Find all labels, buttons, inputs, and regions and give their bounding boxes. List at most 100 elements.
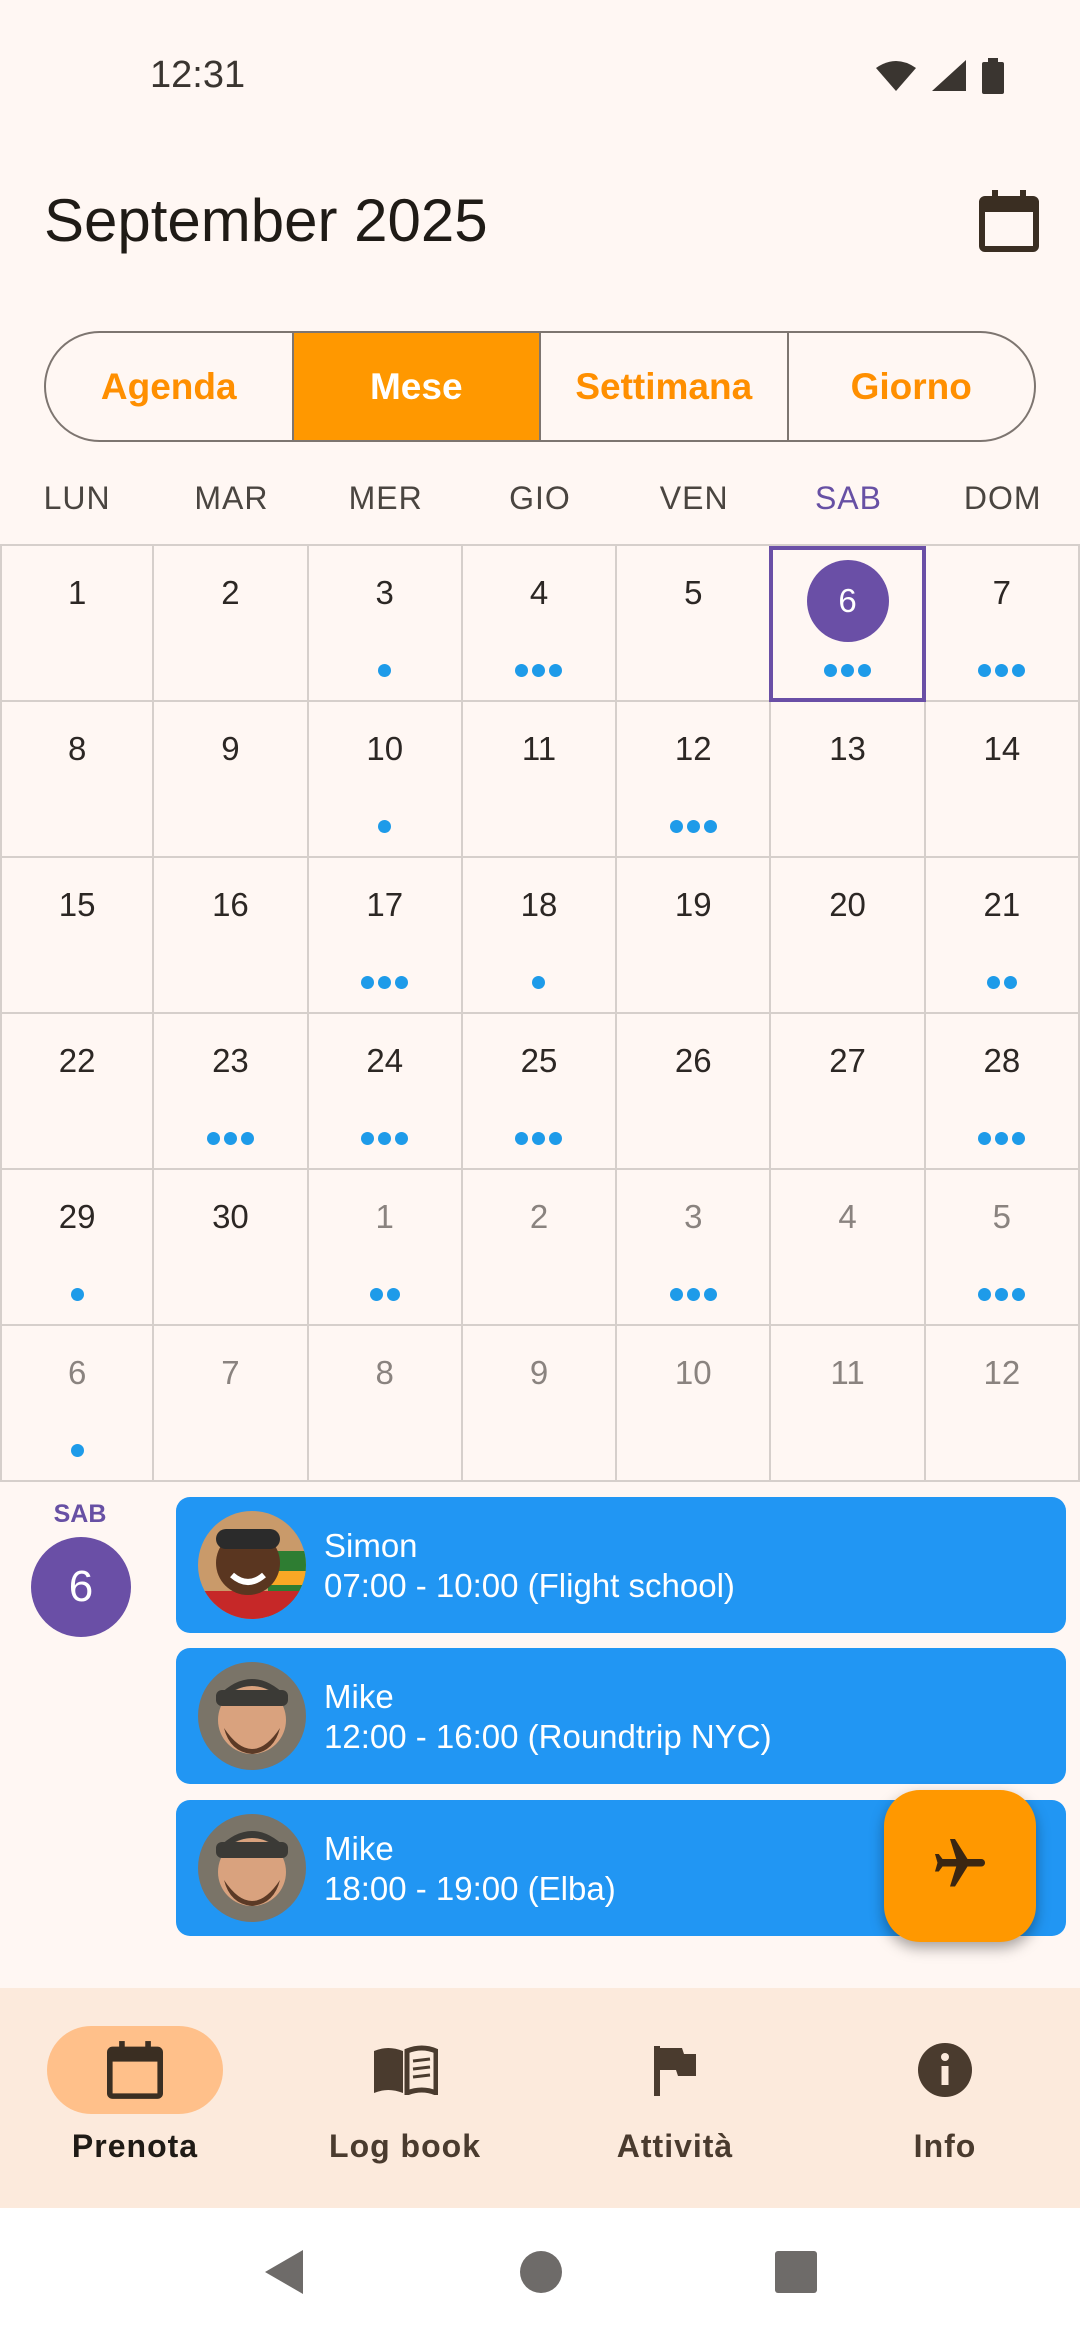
day-cell[interactable]: 9 [152,702,309,858]
day-cell[interactable]: 10 [615,1326,772,1482]
event-dot [515,1132,529,1145]
bottom-navigation: Prenota Log book Attività Info [0,1988,1080,2208]
day-number: 18 [520,886,558,923]
day-cell[interactable]: 20 [769,858,926,1014]
nav-item-prenota[interactable]: Prenota [0,1988,270,2208]
day-cell[interactable]: 12 [923,1326,1080,1482]
weekday-label: SAB [814,480,882,516]
tab-settimana[interactable]: Settimana [541,333,789,440]
event-card[interactable]: Simon 07:00 - 10:00 (Flight school) [176,1497,1066,1633]
event-dot [549,664,563,677]
nav-item-info[interactable]: Info [810,1988,1080,2208]
day-cell[interactable]: 17 [306,858,463,1014]
day-cell[interactable]: 16 [152,858,309,1014]
weekday-label: MER [348,480,423,516]
event-dot [703,1288,717,1301]
airplane-icon [930,1834,990,1899]
event-dots [309,820,461,833]
day-cell[interactable]: 25 [460,1014,618,1170]
event-card[interactable]: Mike 12:00 - 16:00 (Roundtrip NYC) [176,1648,1066,1784]
day-cell[interactable]: 1 [0,546,155,702]
weekday-label: DOM [963,480,1042,516]
event-dots [309,1288,461,1301]
book-flight-button[interactable] [884,1790,1036,1942]
day-number: 11 [830,1354,865,1391]
day-cell[interactable]: 9 [460,1326,618,1482]
day-cell[interactable]: 8 [306,1326,463,1482]
day-number: 22 [58,1042,96,1079]
day-cell-selected[interactable]: 6 [769,546,926,702]
day-cell[interactable]: 2 [460,1170,618,1326]
day-cell[interactable]: 6 [0,1326,155,1482]
day-cell[interactable]: 15 [0,858,155,1014]
event-dot [369,1288,383,1301]
event-dot [378,976,392,989]
event-dots [463,664,615,677]
day-cell[interactable]: 18 [460,858,618,1014]
day-cell[interactable]: 21 [923,858,1080,1014]
day-cell[interactable]: 23 [152,1014,309,1170]
calendar-icon[interactable] [974,186,1044,256]
nav-item-log-book[interactable]: Log book [270,1988,540,2208]
day-cell[interactable]: 3 [306,546,463,702]
day-cell[interactable]: 4 [769,1170,926,1326]
day-cell[interactable]: 5 [615,546,772,702]
avatar-simon [198,1511,306,1619]
day-cell[interactable]: 26 [615,1014,772,1170]
event-dots [926,664,1078,677]
event-pilot-name: Simon [324,1527,418,1564]
weekday-label: VEN [659,480,729,516]
event-dot [995,1132,1009,1145]
day-number: 3 [684,1198,703,1235]
event-dot [361,1132,375,1145]
day-cell[interactable]: 14 [923,702,1080,858]
day-number: 15 [58,886,96,923]
event-dot [549,1132,563,1145]
tab-giorno[interactable]: Giorno [789,333,1035,440]
event-dot [532,664,546,677]
day-cell[interactable]: 10 [306,702,463,858]
day-number: 5 [684,574,703,611]
day-cell[interactable]: 2 [152,546,309,702]
day-cell[interactable]: 8 [0,702,155,858]
event-dot [995,1288,1009,1301]
day-number: 17 [366,886,404,923]
event-time: 18:00 - 19:00 (Elba) [324,1870,616,1907]
day-cell[interactable]: 24 [306,1014,463,1170]
day-cell[interactable]: 3 [615,1170,772,1326]
day-number: 1 [375,1198,394,1235]
recents-icon[interactable] [775,2250,817,2298]
nav-item-attività[interactable]: Attività [540,1988,810,2208]
day-cell[interactable]: 30 [152,1170,309,1326]
day-cell[interactable]: 12 [615,702,772,858]
tab-mese[interactable]: Mese [293,333,541,440]
event-dot [1012,1132,1026,1145]
day-cell[interactable]: 5 [923,1170,1080,1326]
day-number: 10 [366,730,404,767]
day-cell[interactable]: 27 [769,1014,926,1170]
day-cell[interactable]: 28 [923,1014,1080,1170]
event-dot [395,976,409,989]
event-dots [773,664,921,677]
day-number: 14 [983,730,1021,767]
home-icon[interactable] [519,2250,563,2299]
day-cell[interactable]: 11 [769,1326,926,1482]
month-grid: 1 2 3 4 5 6 7 8 9 10 11 12 13 14 15 16 17 18 19 20 21 22 23 24 2… [0,544,1080,1482]
day-cell[interactable]: 4 [460,546,618,702]
day-cell[interactable]: 22 [0,1014,155,1170]
back-icon[interactable] [263,2248,307,2301]
event-dots [2,1444,152,1457]
event-dot [824,664,838,677]
event-dots [617,1288,769,1301]
tab-agenda[interactable]: Agenda [46,333,294,440]
day-cell[interactable]: 13 [769,702,926,858]
day-cell[interactable]: 19 [615,858,772,1014]
day-cell[interactable]: 7 [923,546,1080,702]
day-number: 8 [375,1354,394,1391]
day-cell[interactable]: 1 [306,1170,463,1326]
event-dots [2,1288,152,1301]
day-cell[interactable]: 29 [0,1170,155,1326]
day-cell[interactable]: 11 [460,702,618,858]
day-number: 3 [375,574,394,611]
day-cell[interactable]: 7 [152,1326,309,1482]
